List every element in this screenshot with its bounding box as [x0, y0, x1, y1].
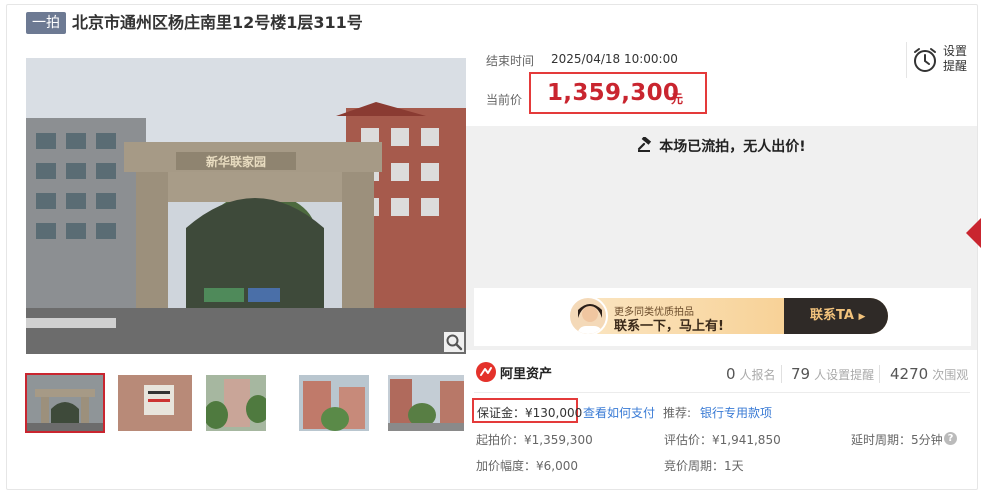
magnifier-icon[interactable]	[444, 332, 464, 352]
status-message: 本场已流拍，无人出价!	[466, 135, 977, 156]
bid-increment: 加价幅度：¥6,000	[476, 459, 578, 473]
stat-divider	[781, 365, 782, 383]
main-photo[interactable]: 新华联家园	[26, 58, 466, 354]
thumbnail-1[interactable]	[25, 373, 105, 433]
stat-reminders: 79 人设置提醒	[791, 365, 874, 383]
bid-cycle: 竞价周期：1天	[664, 459, 744, 473]
set-reminder-label: 设置提醒	[943, 44, 968, 73]
stat-registered: 0 人报名	[726, 365, 776, 383]
gavel-icon	[638, 135, 652, 152]
start-price: 起拍价：¥1,359,300	[476, 433, 593, 447]
contact-button[interactable]: 联系TA ▶	[784, 298, 888, 334]
current-price-label: 当前价	[486, 93, 523, 107]
agent-avatar	[568, 296, 608, 336]
thumbnail-4[interactable]	[299, 375, 369, 431]
stat-registered-label: 人报名	[739, 368, 776, 382]
contact-banner[interactable]: 更多同类优质拍品 联系一下，马上有! 联系TA ▶	[474, 288, 971, 346]
stat-reminders-count: 79	[791, 365, 811, 383]
stat-reminders-label: 人设置提醒	[814, 368, 875, 382]
play-arrow-icon: ▶	[858, 312, 866, 322]
brand-name: 阿里资产	[500, 367, 553, 382]
stat-divider	[879, 365, 880, 383]
end-time-label: 结束时间	[486, 54, 535, 68]
side-tab-arrow-icon[interactable]	[966, 218, 981, 248]
thumbnail-2[interactable]	[118, 375, 192, 431]
stat-views-count: 4270	[890, 365, 929, 383]
thumbnail-5[interactable]	[388, 375, 464, 431]
eval-price: 评估价：¥1,941,850	[664, 433, 781, 447]
end-time-value: 2025/04/18 10:00:00	[551, 52, 678, 66]
stat-views: 4270 次围观	[890, 365, 968, 383]
gate-sign-text: 新华联家园	[206, 154, 266, 169]
status-message-text: 本场已流拍，无人出价!	[659, 139, 806, 155]
current-price-value: 1,359,300	[547, 80, 680, 106]
alarm-clock-icon	[914, 48, 936, 72]
price-unit: 元	[671, 92, 684, 106]
stat-registered-count: 0	[726, 365, 736, 383]
ali-asset-logo-icon	[476, 362, 496, 382]
recommend-label: 推荐:	[663, 406, 692, 420]
auction-type-tag: 一拍	[26, 12, 66, 34]
how-to-pay-link[interactable]: 查看如何支付	[583, 404, 655, 421]
delay-period: 延时周期：5分钟	[851, 433, 943, 447]
contact-banner-pill[interactable]: 更多同类优质拍品 联系一下，马上有! 联系TA ▶	[568, 296, 888, 336]
page-title: 北京市通州区杨庄南里12号楼1层311号	[72, 13, 363, 32]
recommend-link[interactable]: 银行专用款项	[700, 404, 772, 421]
stat-views-label: 次围观	[932, 368, 969, 382]
current-price-box: 1,359,300 元	[529, 72, 707, 114]
deposit-value: 保证金：¥130,000	[477, 406, 583, 420]
thumbnail-3[interactable]	[206, 375, 266, 431]
help-icon[interactable]: ?	[944, 432, 957, 445]
banner-title: 联系一下，马上有!	[614, 319, 724, 334]
set-reminder-button[interactable]: 设置提醒	[906, 42, 970, 78]
contact-button-label: 联系TA	[810, 308, 854, 323]
divider	[474, 392, 970, 393]
